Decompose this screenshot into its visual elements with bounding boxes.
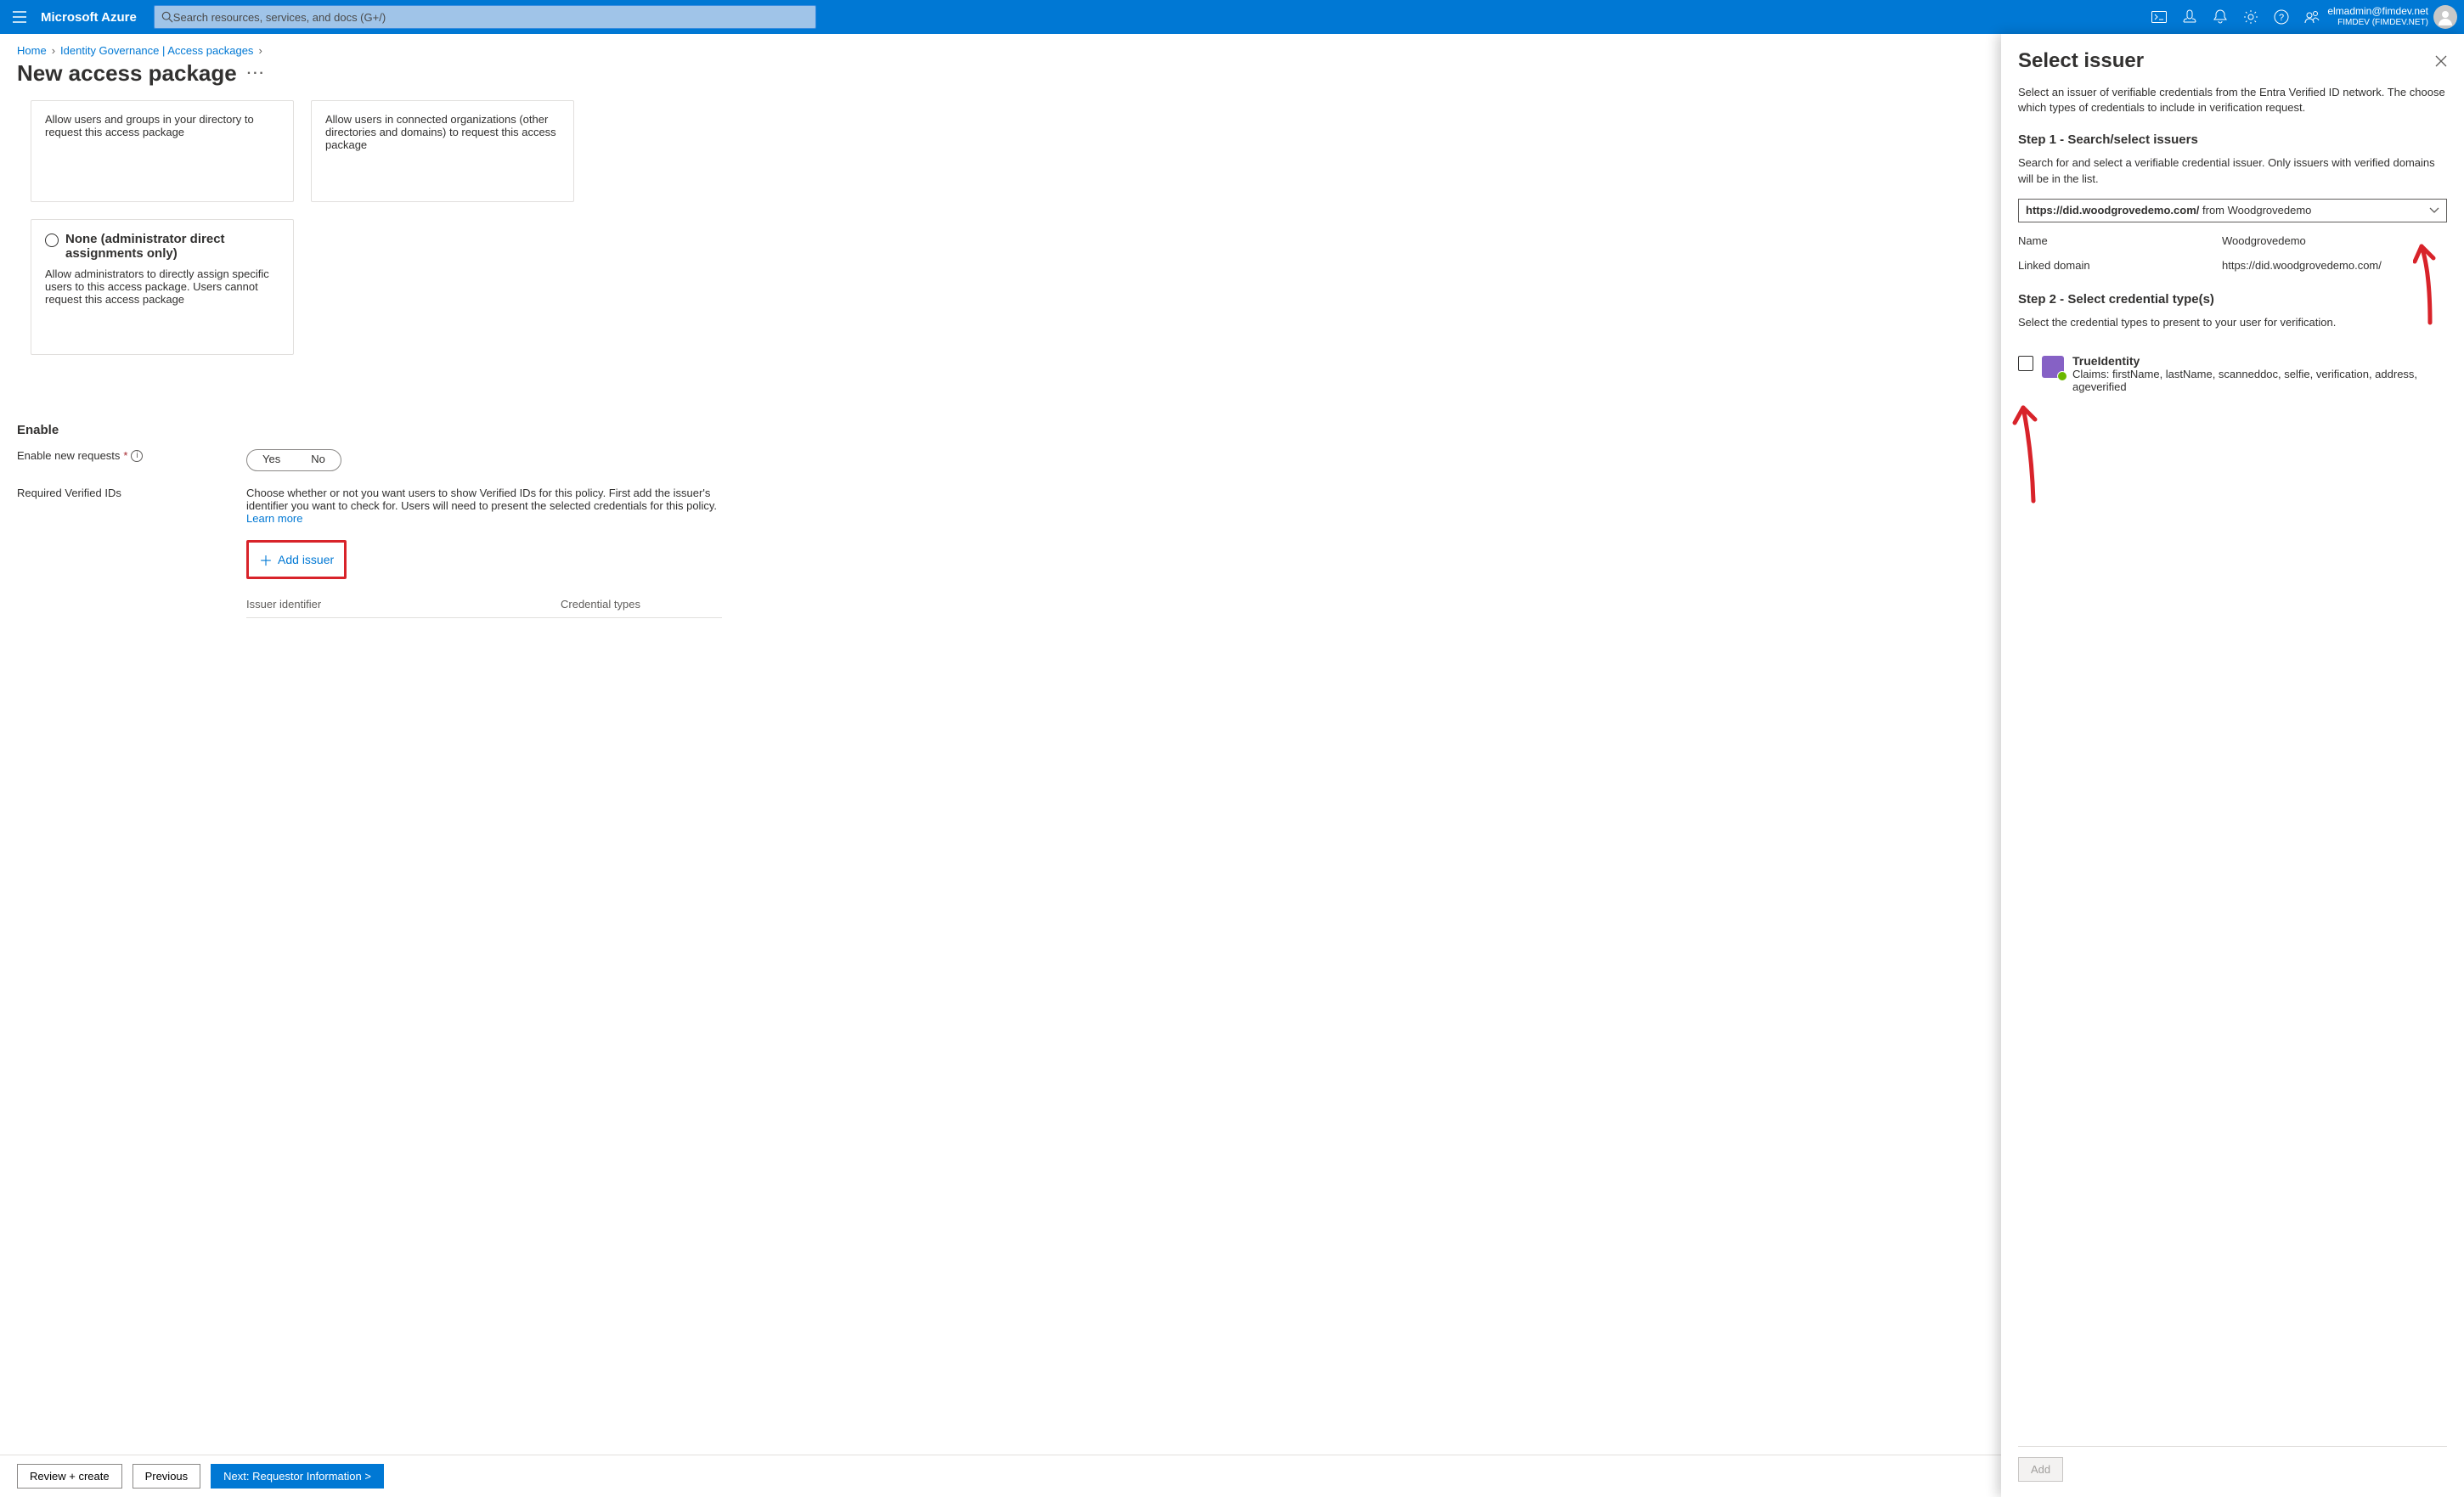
feedback-button[interactable]	[2297, 0, 2327, 34]
azure-top-bar: Microsoft Azure ? elmadmin@fimdev.net FI…	[0, 0, 2464, 34]
account-info[interactable]: elmadmin@fimdev.net FIMDEV (FIMDEV.NET)	[2327, 5, 2433, 29]
brand-label: Microsoft Azure	[41, 10, 137, 25]
account-avatar[interactable]	[2433, 5, 2457, 29]
credential-checkbox[interactable]	[2018, 356, 2033, 371]
step2-desc: Select the credential types to present t…	[2018, 315, 2447, 330]
issuer-name-label: Name	[2018, 234, 2222, 247]
issuer-name-value: Woodgrovedemo	[2222, 234, 2306, 247]
copilot-button[interactable]	[2174, 0, 2205, 34]
radio-unchecked-icon[interactable]	[45, 234, 59, 247]
chevron-right-icon: ›	[52, 44, 55, 57]
yes-no-toggle[interactable]: Yes No	[246, 449, 341, 471]
credential-icon	[2042, 356, 2064, 378]
copilot-icon	[2182, 9, 2197, 25]
card-directory-users[interactable]: Allow users and groups in your directory…	[31, 100, 294, 202]
toggle-no[interactable]: No	[296, 450, 341, 470]
col-credential-types: Credential types	[561, 598, 640, 611]
info-icon[interactable]: i	[131, 450, 143, 462]
account-email: elmadmin@fimdev.net	[2327, 5, 2428, 17]
panel-title: Select issuer	[2018, 49, 2144, 73]
verified-ids-help: Choose whether or not you want users to …	[246, 487, 722, 525]
bell-icon	[2213, 9, 2227, 25]
hamburger-menu-button[interactable]	[7, 4, 32, 30]
col-issuer-identifier: Issuer identifier	[246, 598, 561, 611]
required-asterisk: *	[123, 449, 127, 462]
previous-button[interactable]: Previous	[133, 1464, 201, 1489]
account-tenant: FIMDEV (FIMDEV.NET)	[2327, 17, 2428, 29]
annotation-red-box: ＋ Add issuer	[246, 540, 347, 579]
help-icon: ?	[2274, 9, 2289, 25]
issuer-dropdown[interactable]: https://did.woodgrovedemo.com/ from Wood…	[2018, 199, 2447, 222]
close-icon	[2435, 55, 2447, 67]
credential-name: TrueIdentity	[2072, 354, 2447, 368]
enable-new-requests-label: Enable new requests	[17, 449, 120, 462]
card-none-admin[interactable]: None (administrator direct assignments o…	[31, 219, 294, 355]
add-issuer-button[interactable]: ＋ Add issuer	[251, 544, 342, 575]
cloud-shell-icon	[2151, 11, 2167, 23]
avatar-icon	[2437, 8, 2454, 25]
required-verified-ids-label: Required Verified IDs	[17, 487, 121, 499]
next-button[interactable]: Next: Requestor Information >	[211, 1464, 384, 1489]
svg-text:?: ?	[2279, 13, 2284, 23]
issuer-from: from Woodgrovedemo	[2199, 204, 2311, 217]
annotation-arrow-2	[2008, 399, 2050, 509]
notifications-button[interactable]	[2205, 0, 2236, 34]
close-panel-button[interactable]	[2435, 55, 2447, 67]
credential-claims: Claims: firstName, lastName, scanneddoc,…	[2072, 368, 2447, 393]
chevron-down-icon	[2429, 207, 2439, 214]
search-icon	[161, 11, 173, 23]
chevron-right-icon: ›	[258, 44, 262, 57]
step1-desc: Search for and select a verifiable crede…	[2018, 155, 2447, 186]
more-actions-button[interactable]: ···	[247, 66, 266, 82]
breadcrumb-home[interactable]: Home	[17, 44, 47, 57]
panel-intro: Select an issuer of verifiable credentia…	[2018, 85, 2447, 115]
linked-domain-label: Linked domain	[2018, 259, 2222, 272]
linked-domain-value: https://did.woodgrovedemo.com/	[2222, 259, 2382, 272]
plus-icon: ＋	[259, 549, 273, 570]
hamburger-icon	[13, 11, 26, 23]
feedback-icon	[2304, 9, 2320, 25]
review-create-button[interactable]: Review + create	[17, 1464, 122, 1489]
issuer-url: https://did.woodgrovedemo.com/	[2026, 204, 2199, 217]
cloud-shell-button[interactable]	[2144, 0, 2174, 34]
help-button[interactable]: ?	[2266, 0, 2297, 34]
gear-icon	[2243, 9, 2258, 25]
issuer-table-header: Issuer identifier Credential types	[246, 598, 722, 618]
select-issuer-panel: Select issuer Select an issuer of verifi…	[2001, 34, 2464, 1497]
step1-heading: Step 1 - Search/select issuers	[2018, 132, 2447, 147]
search-input[interactable]	[173, 11, 809, 24]
credential-row-trueidentity: TrueIdentity Claims: firstName, lastName…	[2018, 354, 2447, 393]
breadcrumb-governance[interactable]: Identity Governance | Access packages	[60, 44, 253, 57]
toggle-yes[interactable]: Yes	[247, 450, 296, 470]
step2-heading: Step 2 - Select credential type(s)	[2018, 292, 2447, 307]
settings-button[interactable]	[2236, 0, 2266, 34]
global-search[interactable]	[154, 5, 816, 29]
learn-more-link[interactable]: Learn more	[246, 512, 302, 525]
panel-add-button[interactable]: Add	[2018, 1457, 2063, 1482]
card-connected-orgs[interactable]: Allow users in connected organizations (…	[311, 100, 574, 202]
